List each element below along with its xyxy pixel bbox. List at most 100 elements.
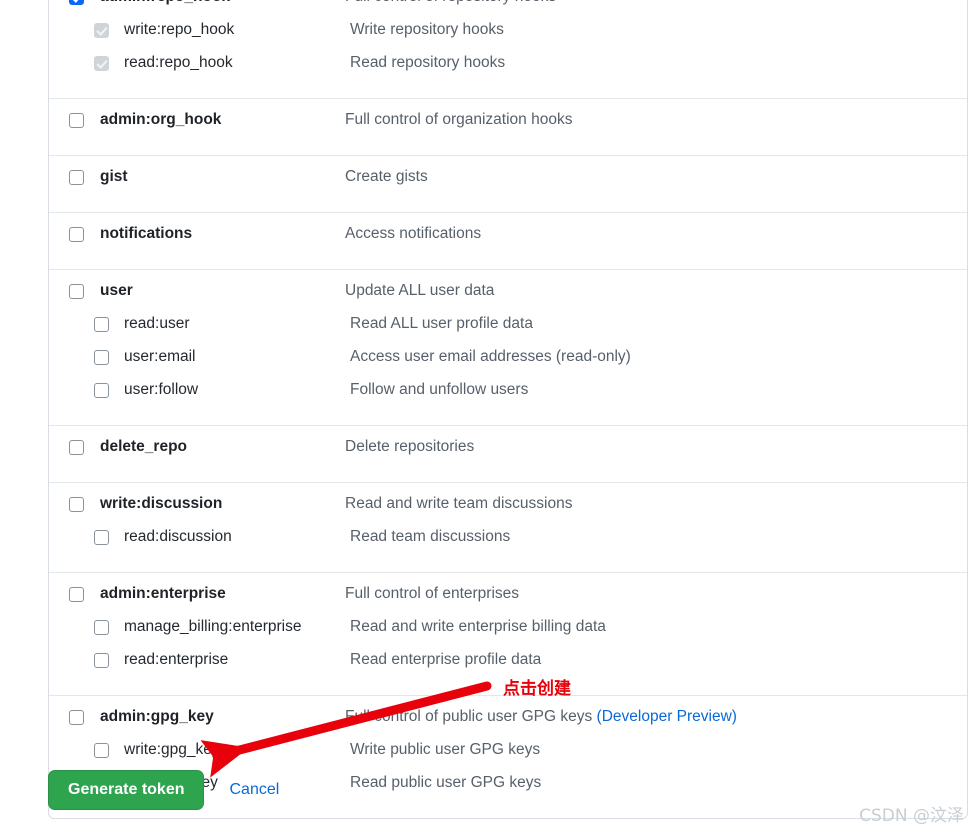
scope-description: Read team discussions — [350, 527, 967, 547]
scope-row[interactable]: write:discussion Read and write team disc… — [49, 494, 967, 527]
scope-checkbox-user:follow[interactable] — [94, 383, 109, 398]
scope-description-text: Read and write team discussions — [345, 495, 573, 512]
scope-name-label: write:discussion — [100, 495, 223, 512]
scope-row[interactable]: write:gpg_key Write public user GPG keys — [49, 740, 967, 773]
scope-row[interactable]: admin:enterprise Full control of enterpri… — [49, 584, 967, 617]
scope-name-label: delete_repo — [100, 438, 188, 455]
scope-group: admin:repo_hookFull control of repositor… — [49, 0, 967, 98]
scope-name-label: read:user — [124, 315, 190, 332]
scope-description: Read ALL user profile data — [350, 314, 967, 334]
scope-checkbox-delete_repo[interactable] — [69, 440, 84, 455]
scope-row[interactable]: delete_repo Delete repositories — [49, 437, 967, 470]
scope-checkbox-user:email[interactable] — [94, 350, 109, 365]
scope-description-text: Read and write enterprise billing data — [350, 618, 606, 635]
scope-group: delete_repo Delete repositories — [49, 425, 967, 482]
scope-name-label: user:follow — [124, 381, 199, 398]
scope-row[interactable]: user:email Access user email addresses (r… — [49, 347, 967, 380]
scope-checkbox-admin:enterprise[interactable] — [69, 587, 84, 602]
scope-row[interactable]: admin:org_hook Full control of organizati… — [49, 110, 967, 143]
scope-checkbox-admin:gpg_key[interactable] — [69, 710, 84, 725]
form-actions: Generate token Cancel — [48, 770, 279, 810]
scope-checkbox-manage_billing:enterprise[interactable] — [94, 620, 109, 635]
scope-row[interactable]: notifications Access notifications — [49, 224, 967, 257]
scope-row[interactable]: read:repo_hook Read repository hooks — [49, 53, 967, 86]
watermark: CSDN @汶泽 — [859, 806, 964, 826]
scope-row[interactable]: user Update ALL user data — [49, 281, 967, 314]
scope-checkbox-notifications[interactable] — [69, 227, 84, 242]
scope-description: Delete repositories — [345, 437, 967, 457]
scope-checkbox-write:gpg_key[interactable] — [94, 743, 109, 758]
scope-group: gist Create gists — [49, 155, 967, 212]
scope-description: Read and write team discussions — [345, 494, 967, 514]
scope-name-label: write:repo_hook — [124, 21, 235, 38]
scope-name-label: admin:enterprise — [100, 585, 226, 602]
page-root: admin:repo_hookFull control of repositor… — [0, 0, 978, 833]
scope-description: Read public user GPG keys — [350, 773, 967, 793]
scope-checkbox-write:discussion[interactable] — [69, 497, 84, 512]
scope-name-label: notifications — [100, 225, 193, 242]
scope-description-text: Full control of public user GPG keys — [345, 708, 597, 725]
scope-description: Read enterprise profile data — [350, 650, 967, 670]
scope-name-label: user — [100, 282, 133, 299]
cancel-link[interactable]: Cancel — [229, 781, 279, 799]
scope-row[interactable]: gist Create gists — [49, 167, 967, 200]
scope-description: Access user email addresses (read-only) — [350, 347, 967, 367]
scope-row[interactable]: read:discussion Read team discussions — [49, 527, 967, 560]
scope-description: Read and write enterprise billing data — [350, 617, 967, 637]
scope-name-label: user:email — [124, 348, 196, 365]
scope-description: Full control of organization hooks — [345, 110, 967, 130]
scope-description: Follow and unfollow users — [350, 380, 967, 400]
scope-description: Write public user GPG keys — [350, 740, 967, 760]
scope-description: Full control of repository hooks — [345, 0, 967, 7]
scope-name-label: read:discussion — [124, 528, 232, 545]
scope-name-label: manage_billing:enterprise — [124, 618, 302, 635]
scope-description-text: Access notifications — [345, 225, 482, 242]
scope-row[interactable]: write:repo_hook Write repository hooks — [49, 20, 967, 53]
scope-description-text: Full control of enterprises — [345, 585, 520, 602]
scope-checkbox-gist[interactable] — [69, 170, 84, 185]
scope-description: Full control of public user GPG keys (De… — [345, 707, 967, 727]
scope-description-text: Delete repositories — [345, 438, 475, 455]
scope-description-text: Write repository hooks — [350, 21, 504, 38]
scope-description-text: Read team discussions — [350, 528, 511, 545]
scope-description-text: Full control of organization hooks — [345, 111, 573, 128]
scope-row[interactable]: user:follow Follow and unfollow users — [49, 380, 967, 413]
scope-description: Create gists — [345, 167, 967, 187]
scope-description: Update ALL user data — [345, 281, 967, 301]
scope-row[interactable]: read:user Read ALL user profile data — [49, 314, 967, 347]
scope-description-text: Access user email addresses (read-only) — [350, 348, 631, 365]
scope-checkbox-user[interactable] — [69, 284, 84, 299]
developer-preview-link[interactable]: (Developer Preview) — [597, 708, 737, 725]
scope-name-label: read:repo_hook — [124, 54, 233, 71]
scope-description: Full control of enterprises — [345, 584, 967, 604]
scope-name-label: admin:gpg_key — [100, 708, 214, 725]
scope-checkbox-read:discussion[interactable] — [94, 530, 109, 545]
scope-row[interactable]: manage_billing:enterprise Read and write … — [49, 617, 967, 650]
scope-description: Access notifications — [345, 224, 967, 244]
scope-row[interactable]: admin:gpg_key Full control of public user… — [49, 707, 967, 740]
scope-checkbox-write:repo_hook — [94, 23, 109, 38]
scope-description-text: Read ALL user profile data — [350, 315, 533, 332]
scope-checkbox-read:enterprise[interactable] — [94, 653, 109, 668]
scope-description: Write repository hooks — [350, 20, 967, 40]
scope-description-text: Create gists — [345, 168, 428, 185]
scope-name-label: write:gpg_key — [124, 741, 220, 758]
scope-description-text: Read public user GPG keys — [350, 774, 542, 791]
scope-description-text: Write public user GPG keys — [350, 741, 541, 758]
scope-description-text: Read repository hooks — [350, 54, 506, 71]
scope-name-label: admin:org_hook — [100, 111, 222, 128]
scope-name-label: read:enterprise — [124, 651, 229, 668]
scope-name-label: gist — [100, 168, 128, 185]
scope-checkbox-admin:org_hook[interactable] — [69, 113, 84, 128]
scope-description-text: Follow and unfollow users — [350, 381, 529, 398]
scope-description-text: Update ALL user data — [345, 282, 495, 299]
scope-group: write:discussion Read and write team disc… — [49, 482, 967, 572]
scope-checkbox-read:user[interactable] — [94, 317, 109, 332]
annotation-label: 点击创建 — [503, 679, 571, 699]
generate-token-button[interactable]: Generate token — [48, 770, 205, 810]
scope-row[interactable]: admin:repo_hookFull control of repositor… — [49, 0, 967, 20]
scope-description-text: Read enterprise profile data — [350, 651, 542, 668]
scope-group: notifications Access notifications — [49, 212, 967, 269]
scope-checkbox-admin:repo_hook[interactable] — [69, 0, 84, 5]
scope-group: admin:org_hook Full control of organizati… — [49, 98, 967, 155]
